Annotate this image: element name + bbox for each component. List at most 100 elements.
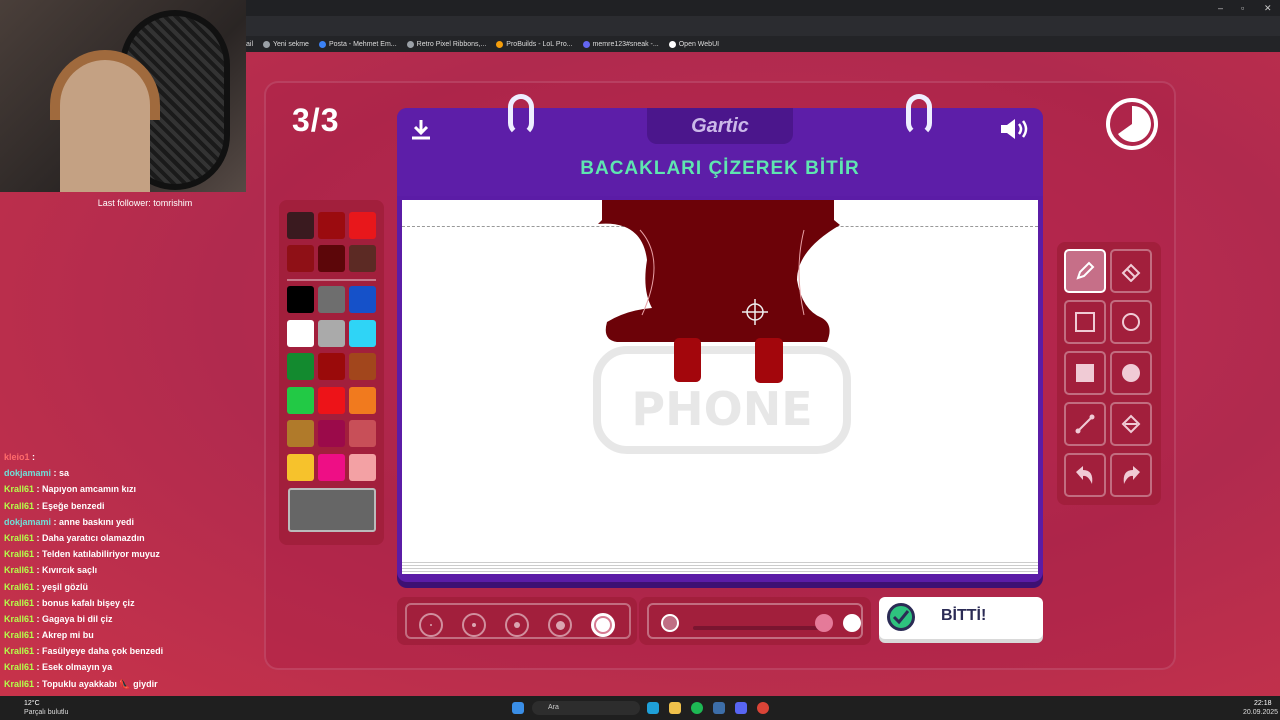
minimize-button[interactable]: – bbox=[1218, 3, 1223, 13]
color-swatch[interactable] bbox=[349, 212, 376, 239]
search-placeholder: Ara bbox=[548, 704, 559, 711]
chat-message: dokjamami : sa bbox=[4, 468, 70, 479]
opacity-bar bbox=[639, 597, 871, 645]
color-swatch[interactable] bbox=[349, 320, 376, 347]
chat-message: Krall61 : Napıyon amcamın kızı bbox=[4, 484, 137, 495]
pad-ring-left bbox=[508, 94, 534, 136]
pad-header: Gartic BACAKLARI ÇİZEREK BİTİR bbox=[397, 108, 1043, 196]
discord-icon[interactable] bbox=[735, 702, 747, 714]
streamer-image bbox=[60, 60, 150, 192]
windows-taskbar bbox=[0, 696, 1280, 720]
svg-text:PHONE: PHONE bbox=[631, 382, 812, 436]
paper-edge bbox=[402, 560, 1038, 574]
stream-chat: kleio1 : dokjamami : sa Krall61 : Napıyo… bbox=[4, 452, 264, 695]
chat-message: Krall61 : Fasülyeye daha çok benzedi bbox=[4, 646, 164, 657]
pencil-icon[interactable] bbox=[1064, 249, 1106, 293]
bookmark-item[interactable]: Retro Pixel Ribbons,... bbox=[406, 40, 486, 48]
brush-size-group bbox=[405, 603, 631, 639]
palette-divider bbox=[287, 279, 376, 281]
brush-size-1[interactable] bbox=[419, 613, 443, 637]
bookmark-item[interactable]: memre123#sneak -... bbox=[582, 40, 659, 48]
chat-message: Krall61 : Esek olmayın ya bbox=[4, 662, 113, 673]
gartic-logo: Gartic bbox=[647, 108, 793, 144]
circle-fill-icon[interactable] bbox=[1110, 351, 1152, 395]
color-swatch[interactable] bbox=[349, 387, 376, 414]
bookmark-item[interactable]: Yeni sekme bbox=[263, 40, 309, 48]
color-swatch[interactable] bbox=[318, 454, 345, 481]
bookmark-item[interactable]: Posta - Mehmet Em... bbox=[318, 40, 397, 48]
color-swatch[interactable] bbox=[318, 353, 345, 380]
color-swatch[interactable] bbox=[349, 245, 376, 272]
color-swatch[interactable] bbox=[318, 212, 345, 239]
brush-size-2[interactable] bbox=[462, 613, 486, 637]
taskbar-search[interactable]: Ara bbox=[532, 701, 640, 715]
color-swatch[interactable] bbox=[318, 387, 345, 414]
chat-message: Krall61 : Gagaya bi dil çiz bbox=[4, 613, 113, 624]
round-counter: 3/3 bbox=[292, 102, 340, 138]
fill-bucket-icon[interactable] bbox=[1110, 402, 1152, 446]
last-follower-text: Last follower: tomrishim bbox=[97, 198, 193, 208]
color-swatch[interactable] bbox=[287, 353, 314, 380]
circle-outline-icon[interactable] bbox=[1110, 300, 1152, 344]
chat-message: Krall61 : Telden katılabiliriyor muyuz bbox=[4, 549, 160, 560]
chat-message: Krall61 : Kıvırcık saçlı bbox=[4, 565, 98, 576]
rectangle-fill-icon[interactable] bbox=[1064, 351, 1106, 395]
color-swatch[interactable] bbox=[349, 353, 376, 380]
webcam-overlay bbox=[0, 0, 246, 192]
bookmark-item[interactable]: ail bbox=[246, 41, 253, 48]
download-icon[interactable] bbox=[409, 118, 433, 142]
color-swatch[interactable] bbox=[287, 212, 314, 239]
clock-time[interactable]: 22:18 bbox=[1254, 700, 1272, 707]
brush-size-5[interactable] bbox=[591, 613, 615, 637]
line-icon[interactable] bbox=[1064, 402, 1106, 446]
color-swatch[interactable] bbox=[287, 286, 314, 313]
selected-color-preview bbox=[288, 488, 376, 532]
chrome-icon[interactable] bbox=[757, 702, 769, 714]
bookmark-item[interactable]: Open WebUI bbox=[668, 40, 719, 48]
color-swatch[interactable] bbox=[318, 286, 345, 313]
check-icon bbox=[887, 603, 915, 631]
undo-icon[interactable] bbox=[1064, 453, 1106, 497]
drawing-strokes: PHONE bbox=[593, 200, 851, 454]
clock-date: 20.09.2025 bbox=[1243, 709, 1279, 716]
redo-icon[interactable] bbox=[1110, 453, 1152, 497]
timer-icon bbox=[1106, 98, 1158, 150]
rectangle-outline-icon[interactable] bbox=[1064, 300, 1106, 344]
color-swatch[interactable] bbox=[287, 387, 314, 414]
chat-message: Krall61 : bonus kafalı bişey çiz bbox=[4, 597, 135, 608]
opacity-max-icon bbox=[843, 614, 861, 632]
spotify-icon[interactable] bbox=[691, 702, 703, 714]
color-swatch[interactable] bbox=[318, 420, 345, 447]
brush-size-4[interactable] bbox=[548, 613, 572, 637]
drawing-canvas[interactable]: PHONE bbox=[402, 200, 1038, 560]
color-swatch[interactable] bbox=[349, 286, 376, 313]
windows-start-icon[interactable] bbox=[512, 702, 524, 714]
chat-message: kleio1 : bbox=[4, 452, 36, 462]
chat-message: Krall61 : Eşeğe benzedi bbox=[4, 500, 105, 511]
steam-icon[interactable] bbox=[713, 702, 725, 714]
done-button[interactable]: BİTTİ! bbox=[879, 597, 1043, 639]
brush-size-bar bbox=[397, 597, 637, 645]
color-swatch[interactable] bbox=[287, 454, 314, 481]
chat-message: Krall61 : Topuklu ayakkabı 👠 giydir bbox=[4, 678, 158, 689]
color-swatch[interactable] bbox=[287, 420, 314, 447]
sound-icon[interactable] bbox=[999, 116, 1033, 142]
opacity-slider-track[interactable] bbox=[693, 626, 823, 630]
color-swatch[interactable] bbox=[287, 320, 314, 347]
eraser-icon[interactable] bbox=[1110, 249, 1152, 293]
color-swatch[interactable] bbox=[318, 320, 345, 347]
color-swatch[interactable] bbox=[349, 420, 376, 447]
chat-message: Krall61 : Akrep mi bu bbox=[4, 630, 94, 641]
color-swatch[interactable] bbox=[318, 245, 345, 272]
opacity-slider-handle[interactable] bbox=[815, 614, 833, 632]
color-swatch[interactable] bbox=[287, 245, 314, 272]
close-window-button[interactable]: ✕ bbox=[1264, 3, 1272, 14]
file-explorer-icon[interactable] bbox=[669, 702, 681, 714]
chat-message: Krall61 : yeşil gözlü bbox=[4, 581, 89, 592]
color-swatch[interactable] bbox=[349, 454, 376, 481]
brush-size-3[interactable] bbox=[505, 613, 529, 637]
maximize-button[interactable]: ▫ bbox=[1241, 3, 1244, 13]
edge-icon[interactable] bbox=[647, 702, 659, 714]
bookmark-item[interactable]: ProBuilds - LoL Pro... bbox=[496, 40, 573, 48]
weather-temp[interactable]: 12°C bbox=[24, 700, 40, 707]
